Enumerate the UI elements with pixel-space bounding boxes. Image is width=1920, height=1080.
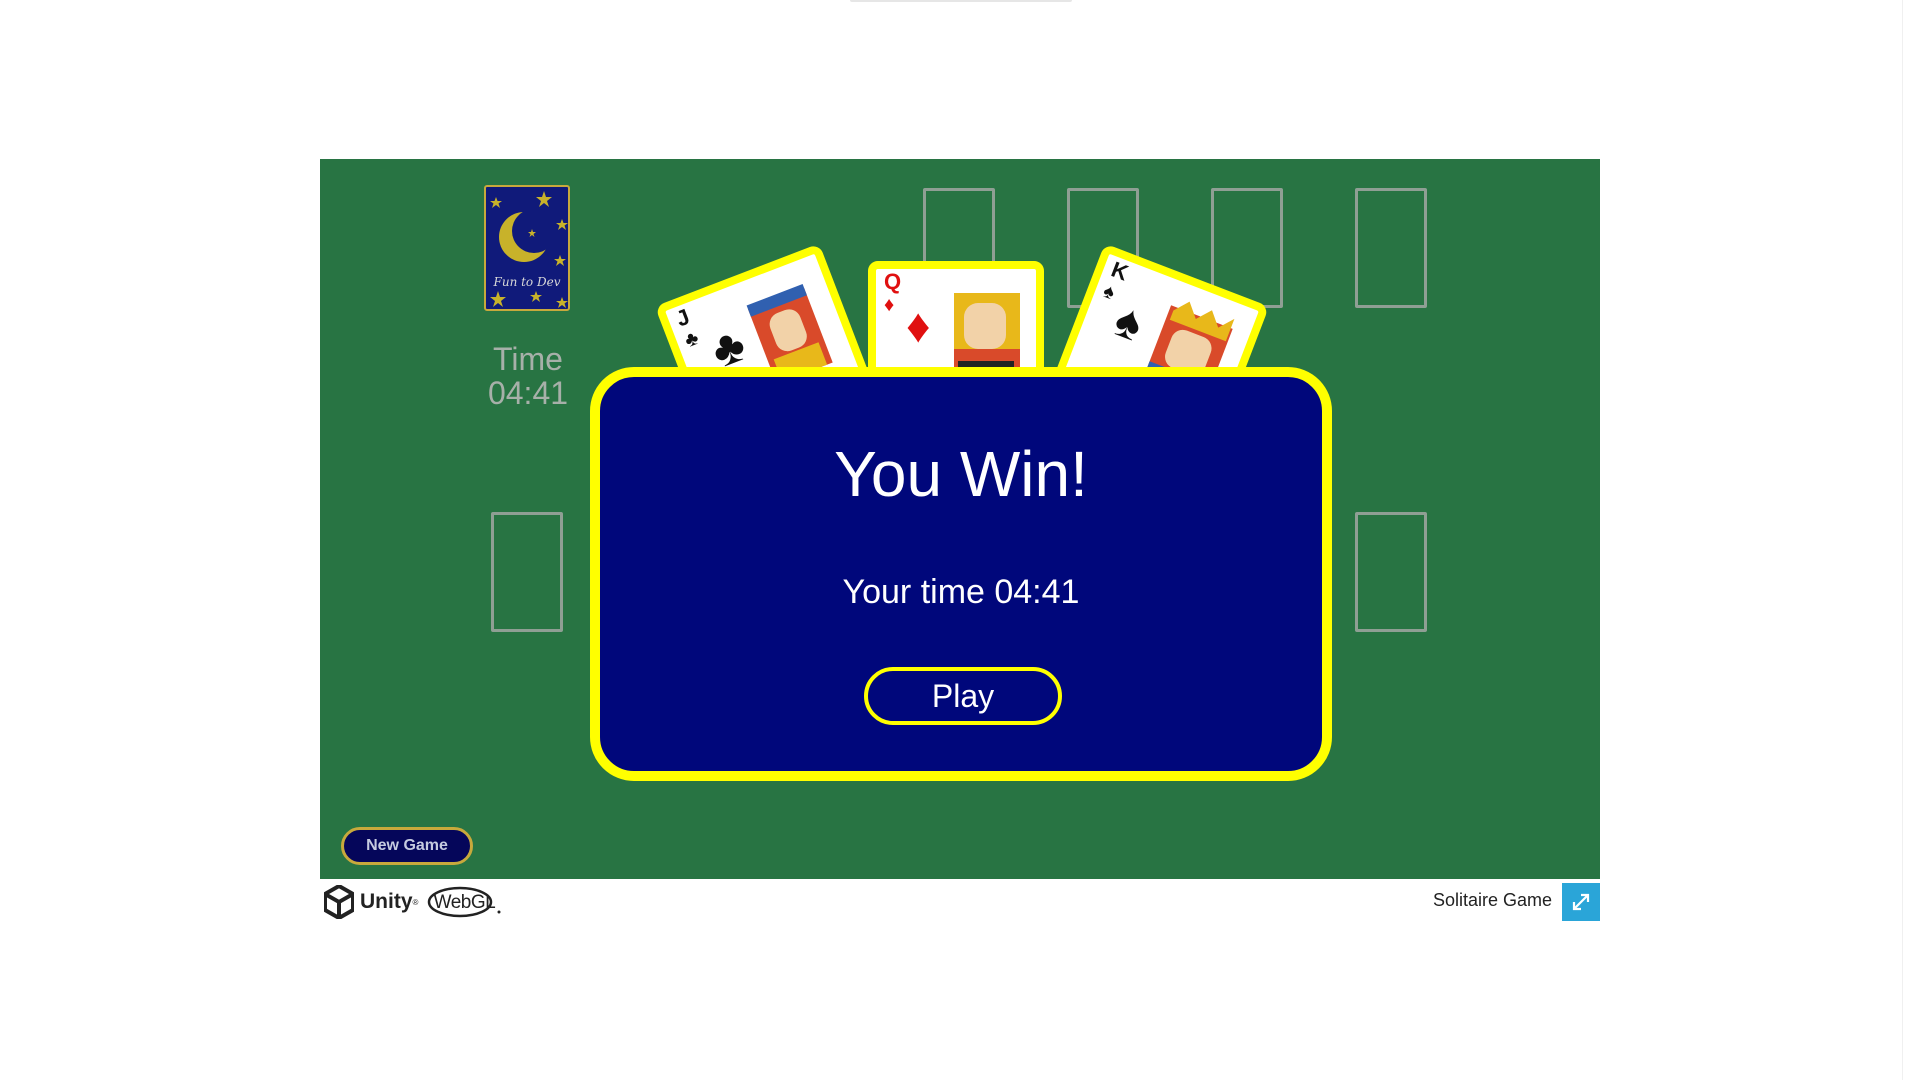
win-time-text: Your time 04:41 [842, 573, 1080, 611]
win-dialog: You Win! Your time 04:41 Play [590, 367, 1332, 781]
unity-trademark: ® [412, 897, 419, 907]
scrollbar[interactable] [1902, 0, 1920, 1080]
free-slot-right[interactable] [1355, 512, 1427, 632]
free-slot-left[interactable] [491, 512, 563, 632]
game-canvas[interactable]: Fun to Dev Time 04:41 J ♣ ♣ Q ♦ ♦ K ♠ ♠ … [320, 159, 1600, 879]
timer-label: Time [493, 341, 563, 377]
win-title: You Win! [834, 438, 1088, 510]
timer: Time 04:41 [470, 342, 586, 410]
top-tab-indicator [850, 0, 1072, 2]
unity-container: Fun to Dev Time 04:41 J ♣ ♣ Q ♦ ♦ K ♠ ♠ … [320, 159, 1600, 921]
foundation-slot-4[interactable] [1355, 188, 1427, 308]
expand-icon [1572, 893, 1590, 911]
timer-value: 04:41 [487, 375, 569, 411]
moon-stars-icon [490, 191, 568, 308]
fullscreen-button[interactable] [1562, 883, 1600, 921]
unity-webgl-logo: Unity ® WebGL [324, 885, 502, 919]
unity-footer: Unity ® WebGL Solitaire Game [320, 879, 1600, 921]
webgl-label: WebGL [433, 892, 496, 913]
stock-pile[interactable]: Fun to Dev [484, 185, 570, 311]
play-button[interactable]: Play [864, 667, 1062, 725]
new-game-button[interactable]: New Game [341, 827, 473, 865]
unity-cube-icon [324, 885, 354, 919]
card-back-text: Fun to Dev [493, 275, 561, 289]
unity-label: Unity [360, 890, 413, 913]
build-title: Solitaire Game [1432, 890, 1552, 910]
webgl-badge: WebGL [426, 886, 502, 918]
